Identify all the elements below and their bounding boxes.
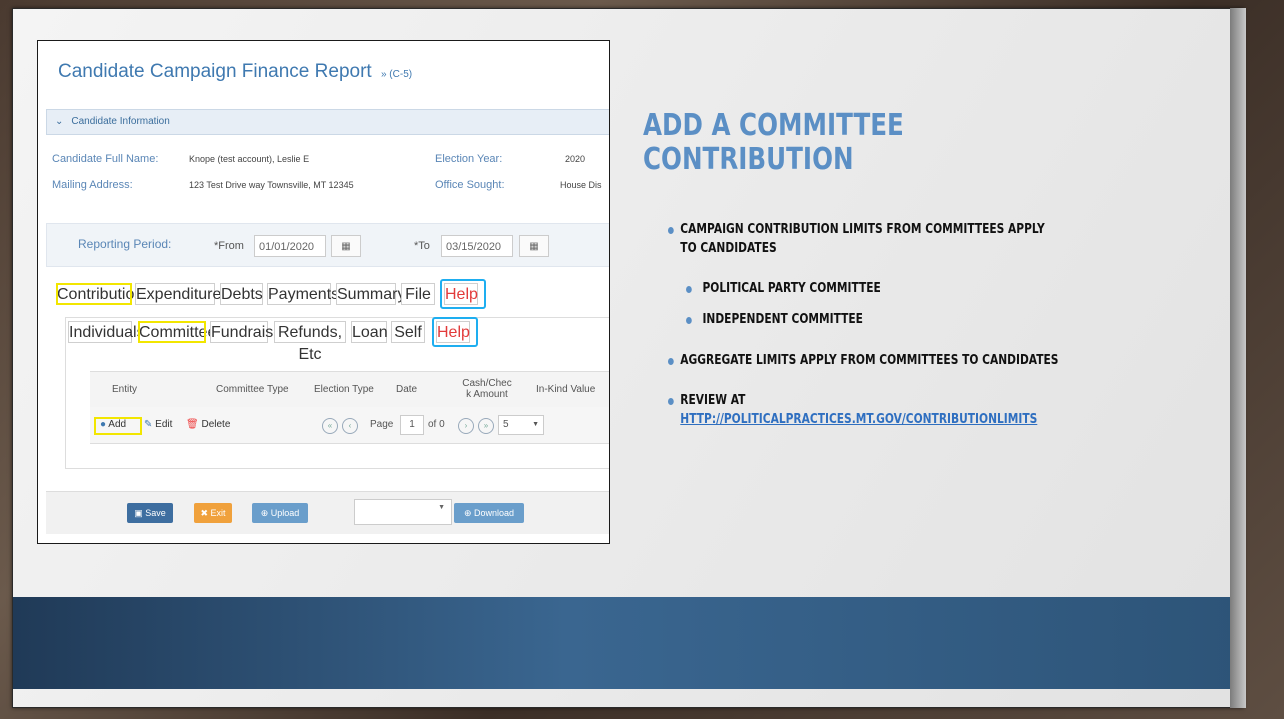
last-page-icon[interactable]: » [478,418,494,434]
tab-committee[interactable]: Committee [138,321,216,343]
page-size-value: 5 [503,419,509,430]
office-sought-label: Office Sought: [435,179,505,191]
page-label: Page [370,419,394,430]
prev-page-icon[interactable]: ‹ [342,418,358,434]
slide-heading: ADD A COMMITTEE CONTRIBUTION [643,109,1037,177]
download-button[interactable]: ⊕ Download [454,503,524,523]
bullet-dot-icon [668,227,674,234]
calendar-icon[interactable]: ▦ [519,235,549,257]
add-button[interactable]: ● Add [100,419,126,430]
trash-icon: 🗑 [186,419,199,430]
download-label: Download [474,508,515,518]
tab-summary[interactable]: Summary [336,283,405,305]
bullet-review-text: REVIEW AT [680,393,746,408]
screenshot-panel: Candidate Campaign Finance Report » (C-5… [37,40,610,544]
bullet-limits-line2: TO CANDIDATES [680,241,777,256]
upload-button[interactable]: ⊕ Upload [252,503,308,523]
bullet-review: REVIEW AT HTTP://POLITICALPRACTICES.MT.G… [680,393,1037,427]
candidate-info-header[interactable]: ⌄ Candidate Information [46,109,609,135]
contribution-limits-link[interactable]: HTTP://POLITICALPRACTICES.MT.GOV/CONTRIB… [680,412,1037,427]
to-label: *To [414,240,430,252]
col-date[interactable]: Date [396,384,417,395]
col-election-type[interactable]: Election Type [314,384,374,395]
election-year-label: Election Year: [435,153,503,165]
tab-fundraiser[interactable]: Fundraiser [210,321,287,343]
to-date-input[interactable]: 03/15/2020 [441,235,513,257]
page-of-label: of 0 [428,419,445,430]
tab-refunds[interactable]: Refunds, Etc [274,321,346,363]
add-label: Add [108,419,127,430]
tab-individuals[interactable]: Individuals [68,321,145,343]
delete-button[interactable]: 🗑 Delete [186,419,230,430]
bullet-political-party: POLITICAL PARTY COMMITTEE [702,281,881,296]
exit-icon: ✖ [200,508,208,518]
bullet-dot-icon [686,286,692,293]
bullet-dot-icon [668,358,674,365]
edit-button[interactable]: ✎ Edit [144,419,172,430]
report-title: Candidate Campaign Finance Report » (C-5… [58,61,412,83]
delete-label: Delete [201,419,231,430]
election-year-value: 2020 [565,154,586,164]
mailing-address-label: Mailing Address: [52,179,133,191]
bullet-aggregate: AGGREGATE LIMITS APPLY FROM COMMITTEES T… [680,353,1059,368]
bullet-dot-icon [686,317,692,324]
file-select[interactable]: ▼ [354,499,452,525]
tab-expenditures[interactable]: Expenditures [135,283,229,305]
office-sought-value: House Dis [560,180,602,190]
tab-contributions[interactable]: Contributions [56,283,151,305]
floppy-icon: ▣ [134,508,143,518]
tab-debts[interactable]: Debts [220,283,263,305]
bullet-limits-line1: CAMPAIGN CONTRIBUTION LIMITS FROM COMMIT… [680,222,1045,237]
col-cash-amount[interactable]: Cash/Chec k Amount [462,378,512,400]
download-icon: ⊕ [463,508,472,518]
report-title-text: Candidate Campaign Finance Report [58,61,372,82]
grid-toolbar: ● Add ✎ Edit 🗑 Delete « ‹ Page 1 of 0 › … [90,407,609,444]
tab-self[interactable]: Self [391,321,425,343]
calendar-icon[interactable]: ▦ [331,235,361,257]
report-title-suffix: » (C-5) [380,69,413,80]
full-name-label: Candidate Full Name: [52,153,159,165]
first-page-icon[interactable]: « [322,418,338,434]
tab-file[interactable]: File [401,283,435,305]
upload-label: Upload [270,508,300,518]
chevron-down-icon: ▼ [532,421,539,428]
tab-loan[interactable]: Loan [351,321,388,343]
from-label: *From [214,240,244,252]
save-label: Save [145,508,166,518]
chevron-down-icon: ▼ [438,504,445,511]
from-date-input[interactable]: 01/01/2020 [254,235,326,257]
tab-help-sub[interactable]: Help [436,321,470,343]
page-input[interactable]: 1 [400,415,424,435]
upload-icon: ⊕ [260,508,269,518]
col-entity[interactable]: Entity [112,384,137,395]
edit-label: Edit [155,419,173,430]
page-size-select[interactable]: 5 ▼ [498,415,544,435]
exit-button[interactable]: ✖ Exit [194,503,232,523]
slide-footer-band [13,597,1243,689]
col-committee-type[interactable]: Committee Type [216,384,289,395]
mailing-address-value: 123 Test Drive way Townsville, MT 12345 [189,180,354,190]
bullet-dot-icon [668,398,674,405]
plus-circle-icon: ● [100,419,107,430]
slide-heading-line1: ADD A COMMITTEE [643,108,904,143]
tab-help[interactable]: Help [444,283,478,305]
pencil-icon: ✎ [144,419,153,430]
full-name-value: Knope (test account), Leslie E [189,154,310,164]
save-button[interactable]: ▣ Save [127,503,173,523]
next-page-icon[interactable]: › [458,418,474,434]
bullet-independent: INDEPENDENT COMMITTEE [702,312,863,327]
candidate-info-label: Candidate Information [71,116,170,127]
reporting-period-label: Reporting Period: [78,237,172,251]
col-inkind-value[interactable]: In-Kind Value [536,384,595,395]
tab-payments[interactable]: Payments [267,283,339,305]
grid-header: Entity Committee Type Election Type Date… [90,371,609,409]
bullet-limits: CAMPAIGN CONTRIBUTION LIMITS FROM COMMIT… [680,222,1044,256]
slide-right-rail [1230,8,1246,708]
exit-label: Exit [210,508,226,518]
slide-heading-line2: CONTRIBUTION [643,142,854,177]
chevron-down-icon: ⌄ [55,116,64,127]
